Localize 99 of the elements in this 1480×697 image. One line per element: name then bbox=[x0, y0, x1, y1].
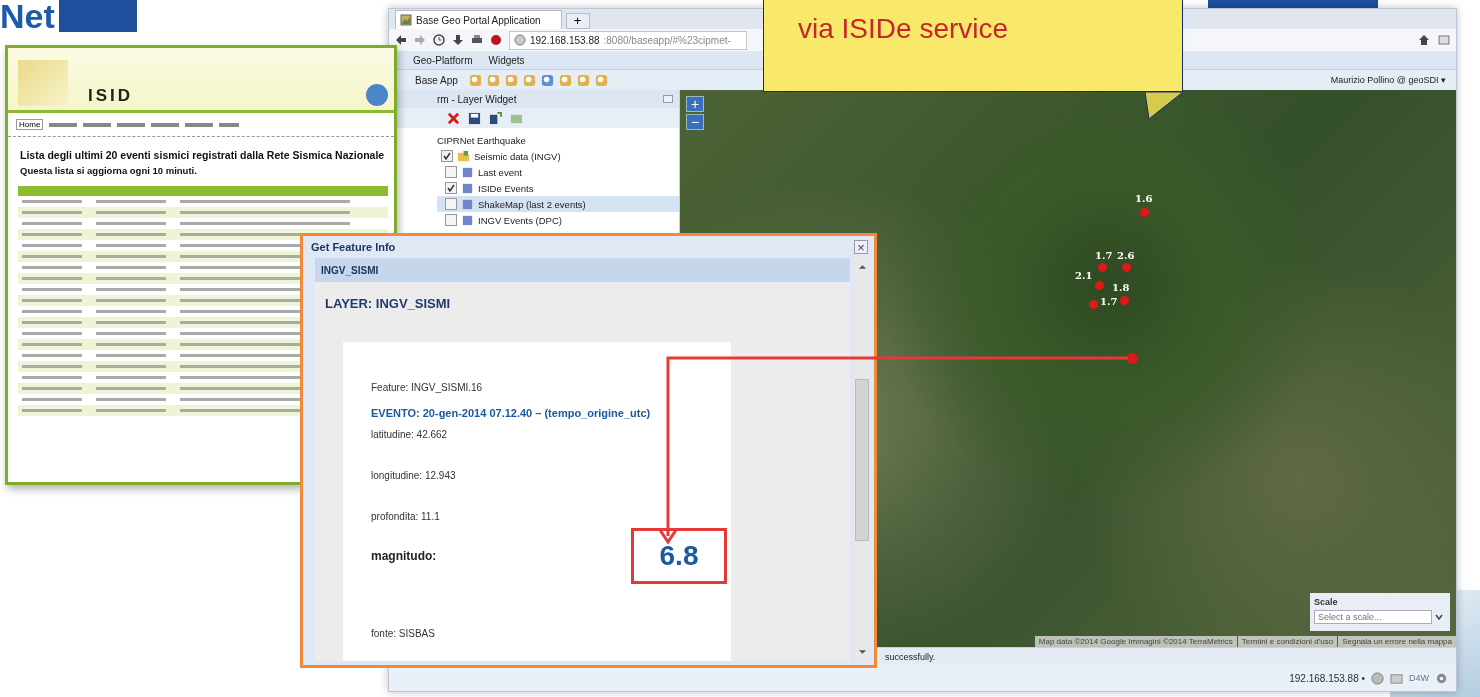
magnitude-label: magnitudo: bbox=[371, 549, 437, 563]
magnitude-label: 1.8 bbox=[1112, 282, 1130, 293]
printer-icon[interactable] bbox=[471, 34, 483, 46]
export-icon[interactable] bbox=[489, 111, 502, 125]
organization-logo bbox=[18, 60, 68, 106]
checkbox[interactable] bbox=[445, 182, 457, 194]
checkbox[interactable] bbox=[441, 150, 453, 162]
home-icon[interactable] bbox=[1418, 34, 1430, 46]
scroll-up-icon[interactable] bbox=[857, 264, 867, 270]
layer-row[interactable]: ISIDe Events bbox=[437, 180, 679, 196]
server-address: 192.168.153.88 • bbox=[1289, 672, 1365, 684]
scale-select[interactable]: Select a scale... bbox=[1314, 610, 1432, 624]
layer-icon bbox=[461, 181, 474, 195]
field-text: longitudine: 12.943 bbox=[371, 470, 457, 481]
toolbar-icon[interactable] bbox=[576, 73, 590, 87]
base-app-button[interactable]: Base App bbox=[415, 74, 458, 86]
scroll-down-icon[interactable] bbox=[857, 649, 867, 655]
delete-icon[interactable] bbox=[447, 111, 460, 125]
dialog-title: Get Feature Info bbox=[311, 241, 396, 253]
panel-title: rm - Layer Widget bbox=[437, 93, 517, 105]
magnitude-label: 1.7 bbox=[1100, 296, 1118, 307]
logo-text: Net bbox=[0, 0, 55, 32]
collapse-button[interactable] bbox=[663, 95, 673, 103]
event-text: EVENTO: 20-gen-2014 07.12.40 – (tempo_origine_utc) bbox=[371, 407, 652, 419]
nav-tab[interactable]: Home bbox=[16, 119, 44, 130]
magnitude-value: 6.8 bbox=[631, 528, 727, 584]
layer-heading: LAYER: INGV_SISMI bbox=[324, 295, 452, 313]
zoom-in-button[interactable]: + bbox=[686, 96, 704, 112]
folder-icon bbox=[457, 149, 470, 163]
url-path: :8080/baseapp/#%23cipmet- bbox=[603, 34, 731, 46]
page-icon bbox=[400, 14, 412, 26]
back-icon[interactable] bbox=[395, 34, 407, 46]
url-host: 192.168.153.88 bbox=[530, 34, 600, 46]
event-marker[interactable] bbox=[1140, 208, 1149, 217]
caret-icon bbox=[1434, 612, 1444, 622]
checkbox[interactable] bbox=[445, 166, 457, 178]
page-subheading: Questa lista si aggiorna ogni 10 minuti. bbox=[20, 165, 198, 176]
map-attribution[interactable]: Map data ©2014 Google Immagini ©2014 TerraMetrics bbox=[1034, 636, 1237, 647]
page-heading: Lista degli ultimi 20 eventi sismici registrati dalla Rete Sismica Nazionale bbox=[20, 149, 386, 161]
magnitude-label: 2.6 bbox=[1117, 250, 1135, 261]
layer-row[interactable]: INGV Events (DPC) bbox=[437, 212, 679, 228]
scroll-thumb[interactable] bbox=[855, 378, 869, 541]
source-text: fonte: SISBAS bbox=[371, 628, 436, 639]
checkbox[interactable] bbox=[445, 214, 457, 226]
scale-title: Scale bbox=[1314, 597, 1339, 607]
new-tab-button[interactable]: + bbox=[565, 13, 590, 29]
toolbar-icon[interactable] bbox=[504, 73, 518, 87]
map-attribution[interactable]: Segnala un errore nella mappa bbox=[1338, 636, 1456, 647]
toolbar-icon[interactable] bbox=[540, 73, 554, 87]
toolbar-icon[interactable] bbox=[594, 73, 608, 87]
status-text: successfully. bbox=[885, 651, 936, 662]
menu-item[interactable]: Widgets bbox=[488, 54, 525, 66]
layer-icon bbox=[461, 197, 474, 211]
event-marker[interactable] bbox=[1120, 296, 1129, 305]
toolbar-icon[interactable] bbox=[468, 73, 482, 87]
address-bar[interactable]: 192.168.153.88 :8080/baseapp/#%23cipmet- bbox=[509, 30, 747, 50]
save-icon[interactable] bbox=[468, 111, 481, 125]
magnitude-label: 2.1 bbox=[1075, 270, 1093, 281]
magnitude-label: 1.6 bbox=[1135, 193, 1153, 204]
callout-text: via ISIDe service bbox=[798, 13, 1009, 44]
layer-icon bbox=[461, 213, 474, 227]
close-button[interactable]: × bbox=[854, 240, 868, 254]
magnitude-label: 1.7 bbox=[1095, 250, 1113, 261]
globe-icon bbox=[366, 84, 388, 106]
menu-item[interactable]: Geo-Platform bbox=[413, 54, 473, 66]
event-marker[interactable] bbox=[1095, 281, 1104, 290]
event-marker[interactable] bbox=[1089, 300, 1098, 309]
field-text: profondita: 11.1 bbox=[371, 511, 441, 522]
footer-label: D4W bbox=[1409, 673, 1429, 683]
checkbox[interactable] bbox=[445, 198, 457, 210]
window-icon[interactable] bbox=[1438, 34, 1450, 46]
event-marker[interactable] bbox=[1122, 263, 1131, 272]
user-menu[interactable]: Maurizio Pollino @ geoSDI ▾ bbox=[1330, 75, 1446, 85]
forward-icon[interactable] bbox=[414, 34, 426, 46]
history-icon[interactable] bbox=[433, 34, 445, 46]
tree-item[interactable]: Seismic data (INGV) bbox=[474, 150, 561, 162]
layer-icon bbox=[461, 165, 474, 179]
toolbar-icon[interactable] bbox=[558, 73, 572, 87]
browser-tab[interactable]: Base Geo Portal Application bbox=[395, 10, 562, 29]
globe-icon[interactable] bbox=[1371, 671, 1384, 685]
download-icon[interactable] bbox=[452, 34, 464, 46]
map-attribution[interactable]: Termini e condizioni d'uso bbox=[1237, 636, 1338, 647]
event-marker[interactable] bbox=[1127, 353, 1138, 364]
tree-item[interactable]: CIPRNet Earthquake bbox=[437, 134, 526, 146]
record-icon[interactable] bbox=[490, 34, 502, 46]
toolbar-icon[interactable] bbox=[486, 73, 500, 87]
layer-row[interactable]: ShakeMap (last 2 events) bbox=[437, 196, 679, 212]
section-header[interactable]: INGV_SISMI bbox=[315, 258, 850, 282]
field-text: latitudine: 42.662 bbox=[371, 429, 449, 440]
feature-text: Feature: INGV_SISMI.16 bbox=[371, 382, 484, 393]
layer-row[interactable]: Last event bbox=[437, 164, 679, 180]
toolbar-icon[interactable] bbox=[522, 73, 536, 87]
event-marker[interactable] bbox=[1098, 263, 1107, 272]
zoom-out-button[interactable]: − bbox=[686, 114, 704, 130]
scrollbar[interactable] bbox=[854, 258, 870, 661]
gear-icon[interactable] bbox=[1435, 671, 1448, 685]
image-icon[interactable] bbox=[1390, 671, 1403, 685]
site-logo: ISID bbox=[88, 86, 134, 106]
globe-icon bbox=[514, 34, 526, 46]
